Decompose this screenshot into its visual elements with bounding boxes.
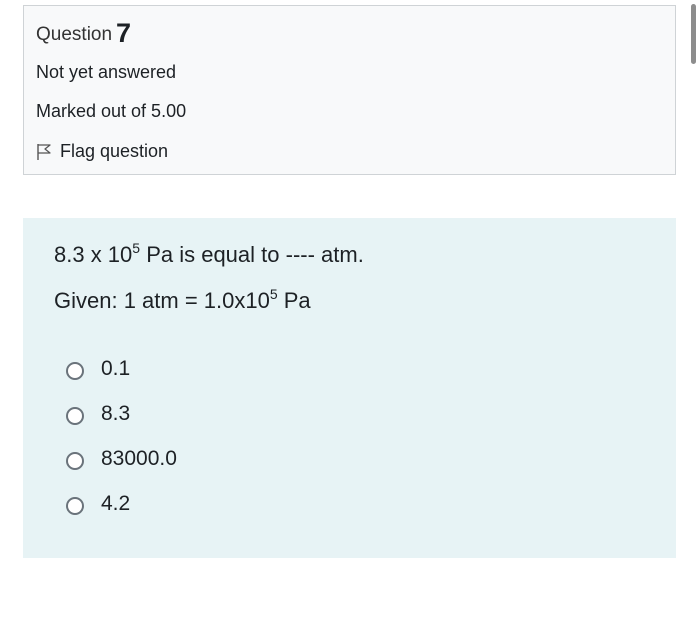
question-given-exponent: 5 (269, 286, 278, 302)
answer-options: 0.1 8.3 83000.0 4.2 (66, 357, 177, 537)
question-content: 8.3 x 105 Pa is equal to ---- atm. Given… (23, 218, 676, 558)
answer-option[interactable]: 4.2 (66, 492, 177, 537)
answer-label: 4.2 (101, 492, 131, 515)
answer-option[interactable]: 8.3 (66, 402, 177, 447)
answer-radio[interactable] (66, 362, 84, 380)
question-label: Question (36, 24, 113, 45)
flag-question-button[interactable]: Flag question (36, 141, 168, 162)
question-number: 7 (116, 18, 132, 48)
answer-radio[interactable] (66, 407, 84, 425)
answer-label: 83000.0 (101, 447, 177, 470)
answer-option[interactable]: 0.1 (66, 357, 177, 402)
question-text: 8.3 x 105 Pa is equal to ---- atm. (54, 240, 364, 268)
question-state: Not yet answered (36, 62, 177, 82)
question-text-suffix: Pa is equal to ---- atm. (140, 242, 364, 267)
answer-option[interactable]: 83000.0 (66, 447, 177, 492)
flag-icon (36, 143, 52, 161)
quiz-page: Question 7 Not yet answered Marked out of… (0, 0, 700, 625)
answer-label: 8.3 (101, 402, 131, 425)
answer-label: 0.1 (101, 357, 131, 380)
question-given-prefix: Given: 1 atm = 1.0x10 (54, 288, 270, 313)
question-given: Given: 1 atm = 1.0x105 Pa (54, 286, 311, 314)
flag-question-label: Flag question (60, 141, 169, 161)
scrollbar[interactable] (691, 4, 696, 64)
question-text-prefix: 8.3 x 10 (54, 242, 133, 267)
question-header: Question 7 (36, 18, 131, 49)
question-info-panel: Question 7 Not yet answered Marked out of… (23, 5, 676, 175)
question-given-suffix: Pa (277, 288, 311, 313)
question-text-exponent: 5 (132, 240, 141, 256)
answer-radio[interactable] (66, 497, 84, 515)
question-grade: Marked out of 5.00 (36, 101, 187, 121)
answer-radio[interactable] (66, 452, 84, 470)
